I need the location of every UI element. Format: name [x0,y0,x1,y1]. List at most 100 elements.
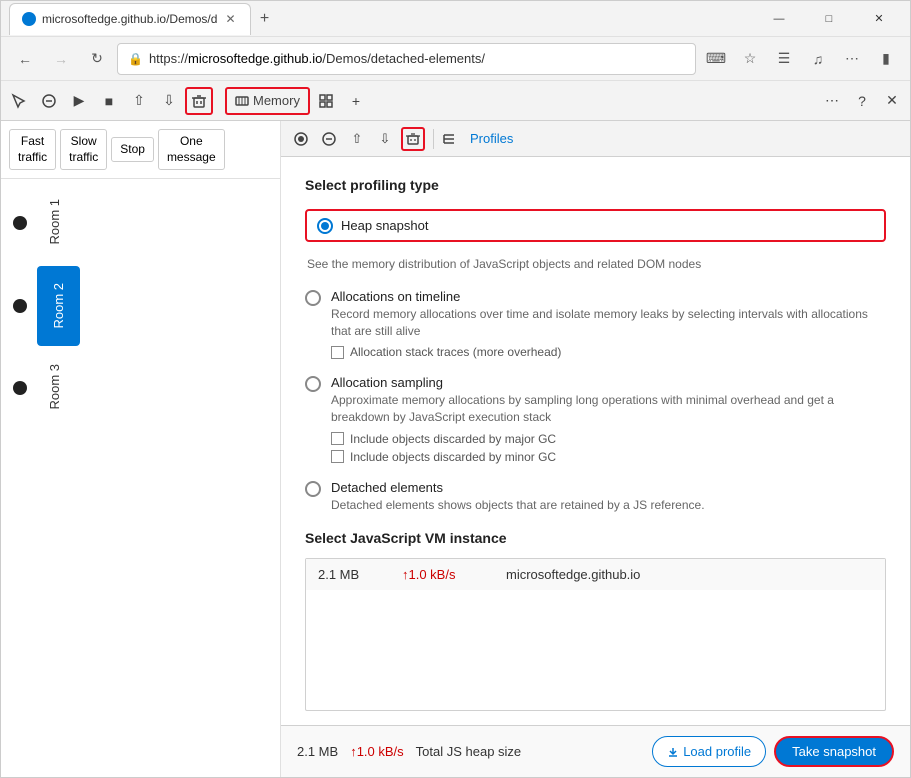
tab-close-button[interactable]: ✕ [223,10,237,28]
nav-right-buttons: ⌨ ☆ ☰ ♫ ⋯ ▮ [700,43,902,75]
allocation-stack-traces-checkbox[interactable] [331,346,344,359]
forward-button[interactable]: → [45,43,77,75]
profile-clear-button[interactable]: ⇧ [345,127,369,151]
profiles-nav-icon: Profiles [442,127,523,150]
address-bar[interactable]: 🔒 https://microsoftedge.github.io/Demos/… [117,43,696,75]
footer: 2.1 MB ↑1.0 kB/s Total JS heap size Load… [281,725,910,777]
footer-rate: ↑1.0 kB/s [350,744,403,759]
dt-right-buttons: ⋯ ? ✕ [818,87,906,115]
take-snapshot-button[interactable]: Take snapshot [774,736,894,767]
inspect-element-button[interactable] [5,87,33,115]
read-aloud-button[interactable]: ⌨ [700,43,732,75]
vm-instance-row[interactable]: 2.1 MB ↑1.0 kB/s microsoftedge.github.io [306,559,885,590]
room-2-indicator [13,299,27,313]
vm-rate: ↑1.0 kB/s [402,567,482,582]
delete-button[interactable] [185,87,213,115]
title-bar: microsoftedge.github.io/Demos/d ✕ + — □ … [1,1,910,37]
minor-gc-checkbox[interactable] [331,450,344,463]
fast-traffic-button[interactable]: Fasttraffic [9,129,56,170]
profiles-label[interactable]: Profiles [460,127,523,150]
maximize-button[interactable]: □ [806,3,852,35]
active-tab[interactable]: microsoftedge.github.io/Demos/d ✕ [9,3,251,35]
minor-gc-label: Include objects discarded by minor GC [350,450,556,464]
room-3-item[interactable]: Room 3 [9,352,272,425]
allocations-timeline-radio[interactable] [305,290,321,306]
lock-icon: 🔒 [128,52,143,66]
nav-bar: ← → ↻ 🔒 https://microsoftedge.github.io/… [1,37,910,81]
load-profile-label: Load profile [683,744,751,759]
tab-bar: microsoftedge.github.io/Demos/d ✕ + [9,3,748,35]
up-button[interactable]: ⇧ [125,87,153,115]
allocation-stack-traces-row: Allocation stack traces (more overhead) [331,345,886,359]
dt-help-button[interactable]: ? [848,87,876,115]
devtools-toolbar: ▶ ■ ⇧ ⇩ Memory + ⋯ ? ✕ [1,81,910,121]
memory-tab-button[interactable]: Memory [225,87,310,115]
section-title: Select profiling type [305,177,886,193]
profile-content: Select profiling type Heap snapshot See … [281,157,910,725]
new-tab-button[interactable]: + [251,5,279,33]
address-text: https://microsoftedge.github.io/Demos/de… [149,51,485,66]
detached-elements-radio[interactable] [305,481,321,497]
dt-more-button[interactable]: ⋯ [818,87,846,115]
favorites-button[interactable]: ☆ [734,43,766,75]
one-message-button[interactable]: Onemessage [158,129,225,170]
profile-header: ⇧ ⇩ [281,121,910,157]
stop-button[interactable]: ■ [95,87,123,115]
vm-url: microsoftedge.github.io [506,567,640,582]
sidebar-button[interactable]: ▮ [870,43,902,75]
vm-content-area [306,590,885,710]
plus-button[interactable]: + [342,87,370,115]
detached-elements-wrap: Detached elements Detached elements show… [331,480,886,514]
pointer-button[interactable]: ▶ [65,87,93,115]
room-1-box: Room 1 [37,193,72,254]
application-tab-button[interactable] [312,87,340,115]
slow-traffic-button[interactable]: Slowtraffic [60,129,107,170]
main-area: Fasttraffic Slowtraffic Stop Onemessage … [1,121,910,777]
major-gc-checkbox[interactable] [331,432,344,445]
back-button[interactable]: ← [9,43,41,75]
room-3-label: Room 3 [47,364,62,410]
room-1-indicator [13,216,27,230]
footer-info: 2.1 MB ↑1.0 kB/s Total JS heap size [297,744,521,759]
profile-stop-button[interactable] [317,127,341,151]
allocations-timeline-desc: Record memory allocations over time and … [331,306,886,340]
room-3-box: Room 3 [37,358,72,419]
footer-actions: Load profile Take snapshot [652,736,894,767]
allocation-sampling-radio[interactable] [305,376,321,392]
allocations-timeline-option: Allocations on timeline Record memory al… [305,289,886,360]
heap-snapshot-label: Heap snapshot [341,218,874,233]
detached-elements-option: Detached elements Detached elements show… [305,480,886,514]
heap-snapshot-radio[interactable] [317,218,333,234]
console-button[interactable] [35,87,63,115]
collections-button[interactable]: ☰ [768,43,800,75]
tab-title: microsoftedge.github.io/Demos/d [42,12,217,26]
dt-close-button[interactable]: ✕ [878,87,906,115]
room-2-box: Room 2 [37,266,80,346]
rooms-container: Room 1 Room 2 Room 3 [1,179,280,777]
page-controls: Fasttraffic Slowtraffic Stop Onemessage [1,121,280,179]
down-button[interactable]: ⇩ [155,87,183,115]
load-profile-button[interactable]: Load profile [652,736,766,767]
room-2-label: Room 2 [51,283,66,329]
window-controls: — □ ✕ [756,3,902,35]
minor-gc-row: Include objects discarded by minor GC [331,450,886,464]
refresh-button[interactable]: ↻ [81,43,113,75]
allocation-sampling-wrap: Allocation sampling Approximate memory a… [331,375,886,464]
settings-more-button[interactable]: ⋯ [836,43,868,75]
vm-size: 2.1 MB [318,567,378,582]
detached-elements-desc: Detached elements shows objects that are… [331,497,886,514]
extensions-button[interactable]: ♫ [802,43,834,75]
address-domain: microsoftedge.github.io [188,51,322,66]
page-sidebar: Fasttraffic Slowtraffic Stop Onemessage … [1,121,281,777]
profile-down-button[interactable]: ⇩ [373,127,397,151]
profile-delete-button[interactable] [401,127,425,151]
profiler-panel: ⇧ ⇩ [281,121,910,777]
room-1-item[interactable]: Room 1 [9,187,272,260]
room-2-item[interactable]: Room 2 [9,260,272,352]
heap-snapshot-desc: See the memory distribution of JavaScrip… [307,257,701,271]
room-3-indicator [13,381,27,395]
profile-record-button[interactable] [289,127,313,151]
close-button[interactable]: ✕ [856,3,902,35]
stop-button[interactable]: Stop [111,137,154,163]
minimize-button[interactable]: — [756,3,802,35]
